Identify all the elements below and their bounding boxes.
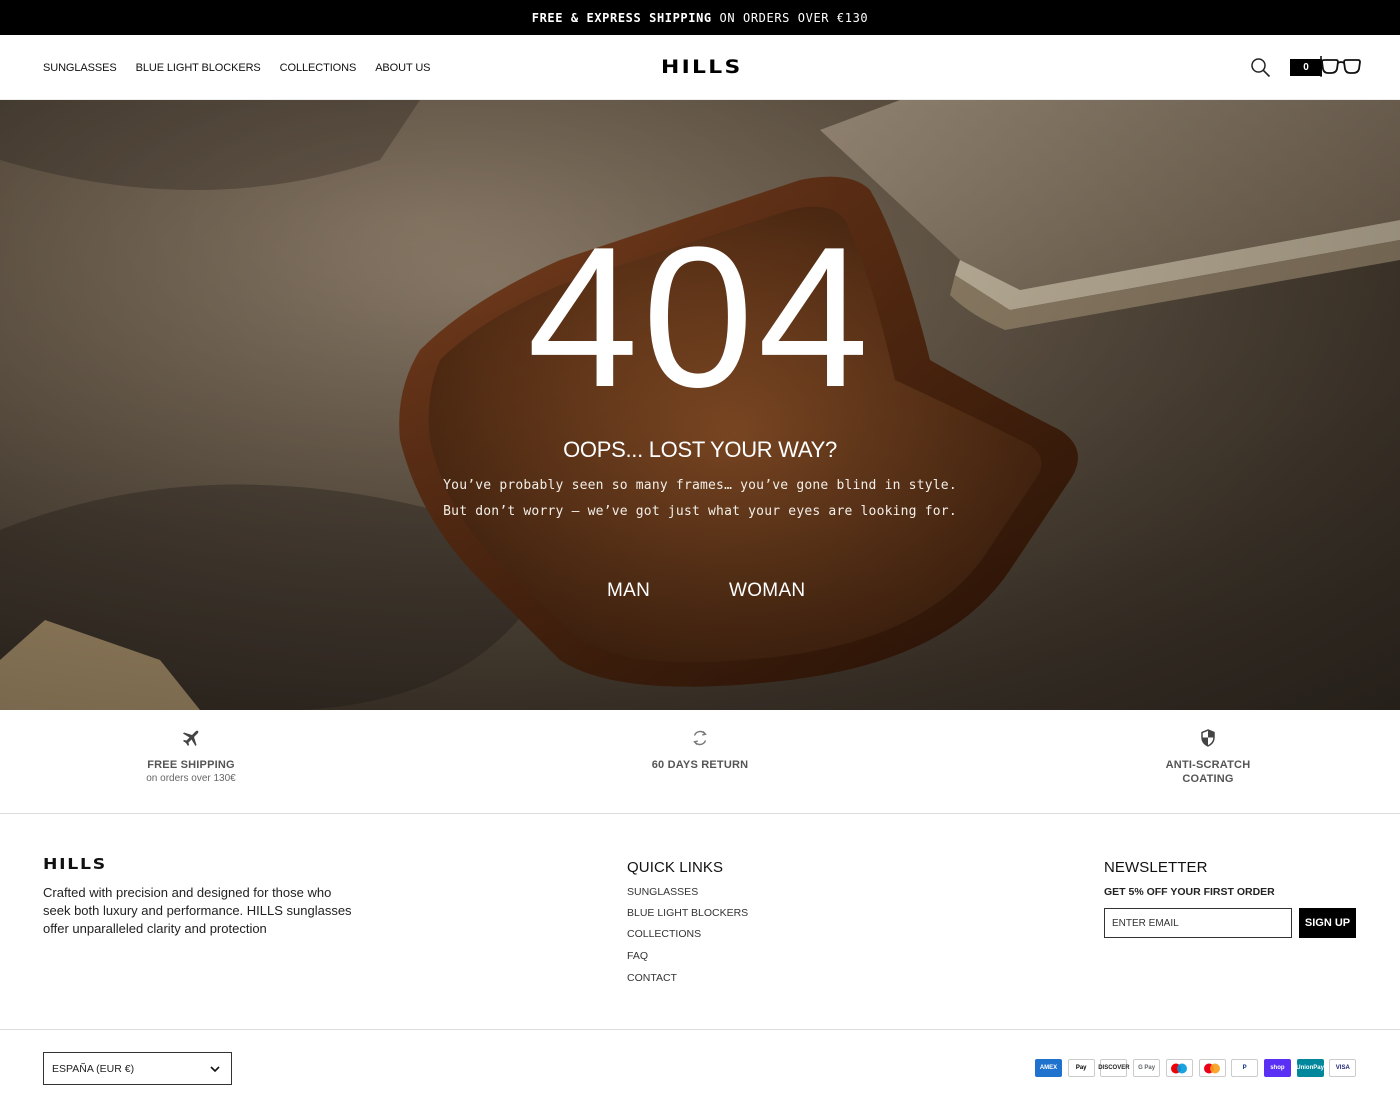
payment-badge-shop: shop: [1263, 1059, 1291, 1077]
payment-badge-visa: VISA: [1329, 1059, 1357, 1077]
chevron-down-icon: [210, 1066, 220, 1073]
payment-badge-amex: AMEX: [1035, 1059, 1062, 1077]
footer-link-blue-light-blockers[interactable]: BLUE LIGHT BLOCKERS: [627, 907, 748, 919]
payment-badge-pay: Pay: [1067, 1059, 1095, 1077]
feature-subtitle: on orders over 130€: [146, 773, 236, 784]
payment-badge-mastercard: [1198, 1059, 1226, 1077]
main-nav: SUNGLASSES BLUE LIGHT BLOCKERS COLLECTIO…: [43, 35, 431, 100]
hero-section: 404 OOPS... LOST YOUR WAY? You’ve probab…: [0, 100, 1400, 710]
feature-title: FREE SHIPPING: [147, 759, 235, 771]
feature-title-line-2: COATING: [1182, 773, 1234, 785]
payment-badge-p: P: [1231, 1059, 1259, 1077]
airplane-icon: [183, 730, 199, 746]
error-code: 404: [527, 206, 873, 429]
payment-badge-g-pay: G Pay: [1133, 1059, 1161, 1077]
feature-title-line-1: ANTI-SCRATCH: [1165, 759, 1251, 771]
country-selected-value: ESPAÑA (EUR €): [52, 1062, 135, 1075]
payment-badge-discover: DISCOVER: [1098, 1059, 1130, 1077]
feature-anti-scratch: ANTI-SCRATCH COATING: [1098, 728, 1318, 786]
search-button[interactable]: [1250, 57, 1272, 79]
site-header: SUNGLASSES BLUE LIGHT BLOCKERS COLLECTIO…: [0, 35, 1400, 100]
cart-button[interactable]: 0: [1288, 53, 1362, 83]
cart-count-badge: 0: [1290, 59, 1322, 76]
site-logo[interactable]: HILLS: [661, 56, 743, 78]
footer-link-faq[interactable]: FAQ: [627, 950, 648, 962]
refresh-icon: [693, 730, 707, 746]
quick-links-title: QUICK LINKS: [627, 859, 724, 876]
nav-collections[interactable]: COLLECTIONS: [280, 62, 357, 74]
announcement-bar: FREE & EXPRESS SHIPPING ON ORDERS OVER €…: [0, 0, 1400, 35]
nav-sunglasses[interactable]: SUNGLASSES: [43, 62, 117, 74]
payment-badge-maestro: [1165, 1059, 1193, 1077]
feature-returns: 60 DAYS RETURN: [590, 728, 810, 772]
nav-about-us[interactable]: ABOUT US: [375, 62, 430, 74]
footer-description: Crafted with precision and designed for …: [43, 885, 352, 936]
shop-man-button[interactable]: MAN: [607, 580, 650, 602]
announcement-text: ON ORDERS OVER €130: [711, 10, 869, 25]
newsletter-subtitle: GET 5% OFF YOUR FIRST ORDER: [1104, 886, 1275, 898]
error-message-line-1: You’ve probably seen so many frames… you…: [443, 478, 957, 493]
features-strip: FREE SHIPPING on orders over 130€ 60 DAY…: [0, 710, 1400, 814]
glasses-icon: [1320, 56, 1361, 77]
footer-link-sunglasses[interactable]: SUNGLASSES: [627, 886, 698, 898]
announcement-highlight: FREE & EXPRESS SHIPPING: [531, 10, 712, 25]
newsletter-title: NEWSLETTER: [1104, 859, 1208, 876]
feature-title: 60 DAYS RETURN: [651, 759, 749, 771]
footer-link-collections[interactable]: COLLECTIONS: [627, 928, 701, 940]
country-currency-selector[interactable]: ESPAÑA (EUR €): [43, 1052, 232, 1085]
footer-logo[interactable]: HILLS: [43, 855, 107, 873]
error-message-line-2: But don’t worry – we’ve got just what yo…: [443, 504, 957, 519]
payment-badge-unionpay: UnionPay: [1296, 1059, 1324, 1077]
error-title: OOPS... LOST YOUR WAY?: [563, 437, 837, 462]
nav-blue-light-blockers[interactable]: BLUE LIGHT BLOCKERS: [136, 62, 261, 74]
feature-free-shipping: FREE SHIPPING on orders over 130€: [81, 728, 301, 785]
footer-bottom-bar: ESPAÑA (EUR €) AMEX Pay DISCOVER G Pay Pshop…: [0, 1031, 1400, 1097]
search-icon: [1251, 58, 1271, 78]
shop-woman-button[interactable]: WOMAN: [729, 580, 805, 602]
footer-link-contact[interactable]: CONTACT: [627, 972, 677, 984]
newsletter-email-input[interactable]: [1104, 908, 1292, 938]
shield-icon: [1201, 729, 1215, 747]
site-footer: HILLS Crafted with precision and designe…: [0, 815, 1400, 1030]
newsletter-signup-button[interactable]: SIGN UP: [1299, 908, 1356, 938]
